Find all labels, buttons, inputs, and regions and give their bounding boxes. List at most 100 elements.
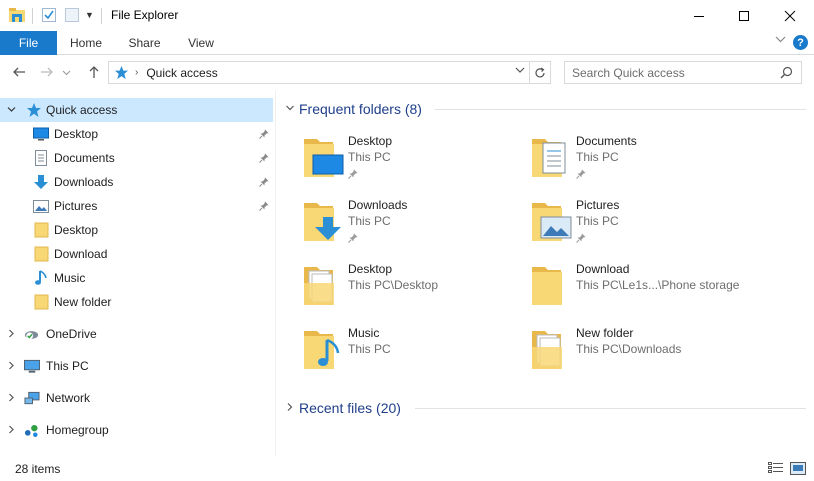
tab-view[interactable]: View [179, 31, 223, 55]
folder-location: This PC\Downloads [576, 342, 682, 356]
recent-files-header[interactable]: Recent files (20) [285, 398, 810, 418]
status-bar: 28 items [0, 456, 814, 481]
address-history-dropdown-icon[interactable] [515, 65, 525, 78]
desktop-icon [33, 126, 49, 142]
folder-tile-music[interactable]: Music This PC [301, 323, 529, 385]
nav-item-label: Download [54, 247, 108, 261]
folder-location: This PC\Le1s...\Phone storage [576, 278, 740, 292]
folder-tile-pictures[interactable]: Pictures This PC [529, 195, 757, 257]
expand-chevron-icon[interactable] [7, 425, 16, 436]
pin-icon[interactable] [259, 128, 269, 142]
file-explorer-app-icon[interactable] [8, 7, 26, 26]
homegroup-icon [24, 422, 40, 438]
music-folder-icon [301, 325, 349, 373]
maximize-button[interactable] [721, 0, 767, 31]
nav-item-downloads[interactable]: Downloads [0, 170, 273, 194]
folder-name: Desktop [348, 134, 393, 148]
help-icon[interactable]: ? [793, 35, 808, 50]
folder-tile-desktop-2[interactable]: Desktop This PC\Desktop [301, 259, 529, 321]
tab-home[interactable]: Home [62, 31, 110, 55]
this-pc-icon [24, 358, 40, 374]
nav-item-quick-access[interactable]: Quick access [0, 98, 273, 122]
folder-with-files-icon [301, 261, 349, 309]
folder-icon [33, 246, 49, 262]
nav-item-this-pc[interactable]: This PC [0, 354, 273, 378]
expand-ribbon-icon[interactable] [775, 34, 786, 48]
desktop-folder-icon [301, 133, 349, 181]
folder-tile-new-folder[interactable]: New folder This PC\Downloads [529, 323, 757, 385]
tab-file[interactable]: File [0, 31, 57, 55]
nav-item-pictures[interactable]: Pictures [0, 194, 273, 218]
search-input[interactable]: Search Quick access [564, 61, 802, 84]
plain-folder-icon [529, 261, 577, 309]
nav-item-label: Music [54, 271, 86, 285]
nav-item-label: Documents [54, 151, 115, 165]
nav-item-documents[interactable]: Documents [0, 146, 273, 170]
folder-tile-downloads[interactable]: Downloads This PC [301, 195, 529, 257]
minimize-button[interactable] [676, 0, 722, 31]
new-folder-icon[interactable] [64, 7, 80, 26]
pin-icon[interactable] [576, 232, 586, 246]
breadcrumb-chevron-icon[interactable]: › [135, 67, 138, 78]
expand-chevron-icon[interactable] [7, 393, 16, 404]
refresh-button[interactable] [530, 61, 551, 84]
folder-icon [33, 294, 49, 310]
address-path[interactable]: Quick access [146, 66, 217, 80]
folder-tile-documents[interactable]: Documents This PC [529, 131, 757, 193]
search-icon[interactable] [780, 66, 793, 82]
nav-item-label: OneDrive [46, 327, 97, 341]
nav-item-music[interactable]: Music [0, 266, 273, 290]
customize-toolbar-dropdown-icon[interactable]: ▼ [85, 10, 94, 20]
pin-icon[interactable] [348, 168, 358, 182]
nav-item-homegroup[interactable]: Homegroup [0, 418, 273, 442]
navigation-pane: Quick access Desktop Documents Downloads [0, 91, 276, 456]
title-separator [101, 8, 102, 24]
content-pane: Frequent folders (8) Desktop This PC Doc… [277, 91, 814, 456]
nav-item-label: Pictures [54, 199, 98, 213]
folder-location: This PC [576, 214, 619, 228]
nav-item-network[interactable]: Network [0, 386, 273, 410]
downloads-folder-icon [301, 197, 349, 245]
group-title: Frequent folders (8) [299, 101, 422, 117]
properties-icon[interactable] [41, 7, 57, 26]
recent-locations-dropdown-icon[interactable] [60, 61, 72, 83]
close-button[interactable] [767, 0, 813, 31]
tab-share[interactable]: Share [119, 31, 170, 55]
nav-item-desktop-folder[interactable]: Desktop [0, 218, 273, 242]
title-bar: ▼ File Explorer [0, 0, 814, 31]
folder-location: This PC\Desktop [348, 278, 439, 292]
pin-icon[interactable] [259, 176, 269, 190]
group-collapse-chevron-icon[interactable] [285, 103, 299, 116]
folder-location: This PC [348, 150, 391, 164]
folder-name: New folder [576, 326, 634, 340]
expand-chevron-icon[interactable] [7, 361, 16, 372]
back-button[interactable] [9, 61, 29, 83]
nav-item-desktop[interactable]: Desktop [0, 122, 273, 146]
title-separator [32, 8, 33, 24]
folder-name: Pictures [576, 198, 620, 212]
expand-chevron-icon[interactable] [7, 329, 16, 340]
large-icons-view-button[interactable] [790, 461, 806, 475]
details-view-button[interactable] [768, 461, 784, 475]
nav-item-new-folder[interactable]: New folder [0, 290, 273, 314]
frequent-folders-header[interactable]: Frequent folders (8) [285, 99, 810, 119]
folder-location: This PC [348, 214, 391, 228]
address-bar[interactable]: › Quick access [108, 61, 530, 84]
pin-icon[interactable] [576, 168, 586, 182]
nav-item-download-folder[interactable]: Download [0, 242, 273, 266]
forward-button[interactable] [37, 61, 57, 83]
pictures-icon [33, 198, 49, 214]
up-button[interactable] [84, 61, 104, 83]
folder-tile-desktop[interactable]: Desktop This PC [301, 131, 529, 193]
nav-item-onedrive[interactable]: OneDrive [0, 322, 273, 346]
collapse-chevron-icon[interactable] [7, 105, 16, 116]
nav-item-label: Quick access [46, 103, 118, 117]
item-count: 28 items [15, 462, 61, 476]
group-expand-chevron-icon[interactable] [285, 402, 299, 415]
folder-tile-download[interactable]: Download This PC\Le1s...\Phone storage [529, 259, 757, 321]
folder-name: Downloads [348, 198, 408, 212]
pin-icon[interactable] [259, 152, 269, 166]
folder-name: Documents [576, 134, 637, 148]
pin-icon[interactable] [348, 232, 358, 246]
pin-icon[interactable] [259, 200, 269, 214]
